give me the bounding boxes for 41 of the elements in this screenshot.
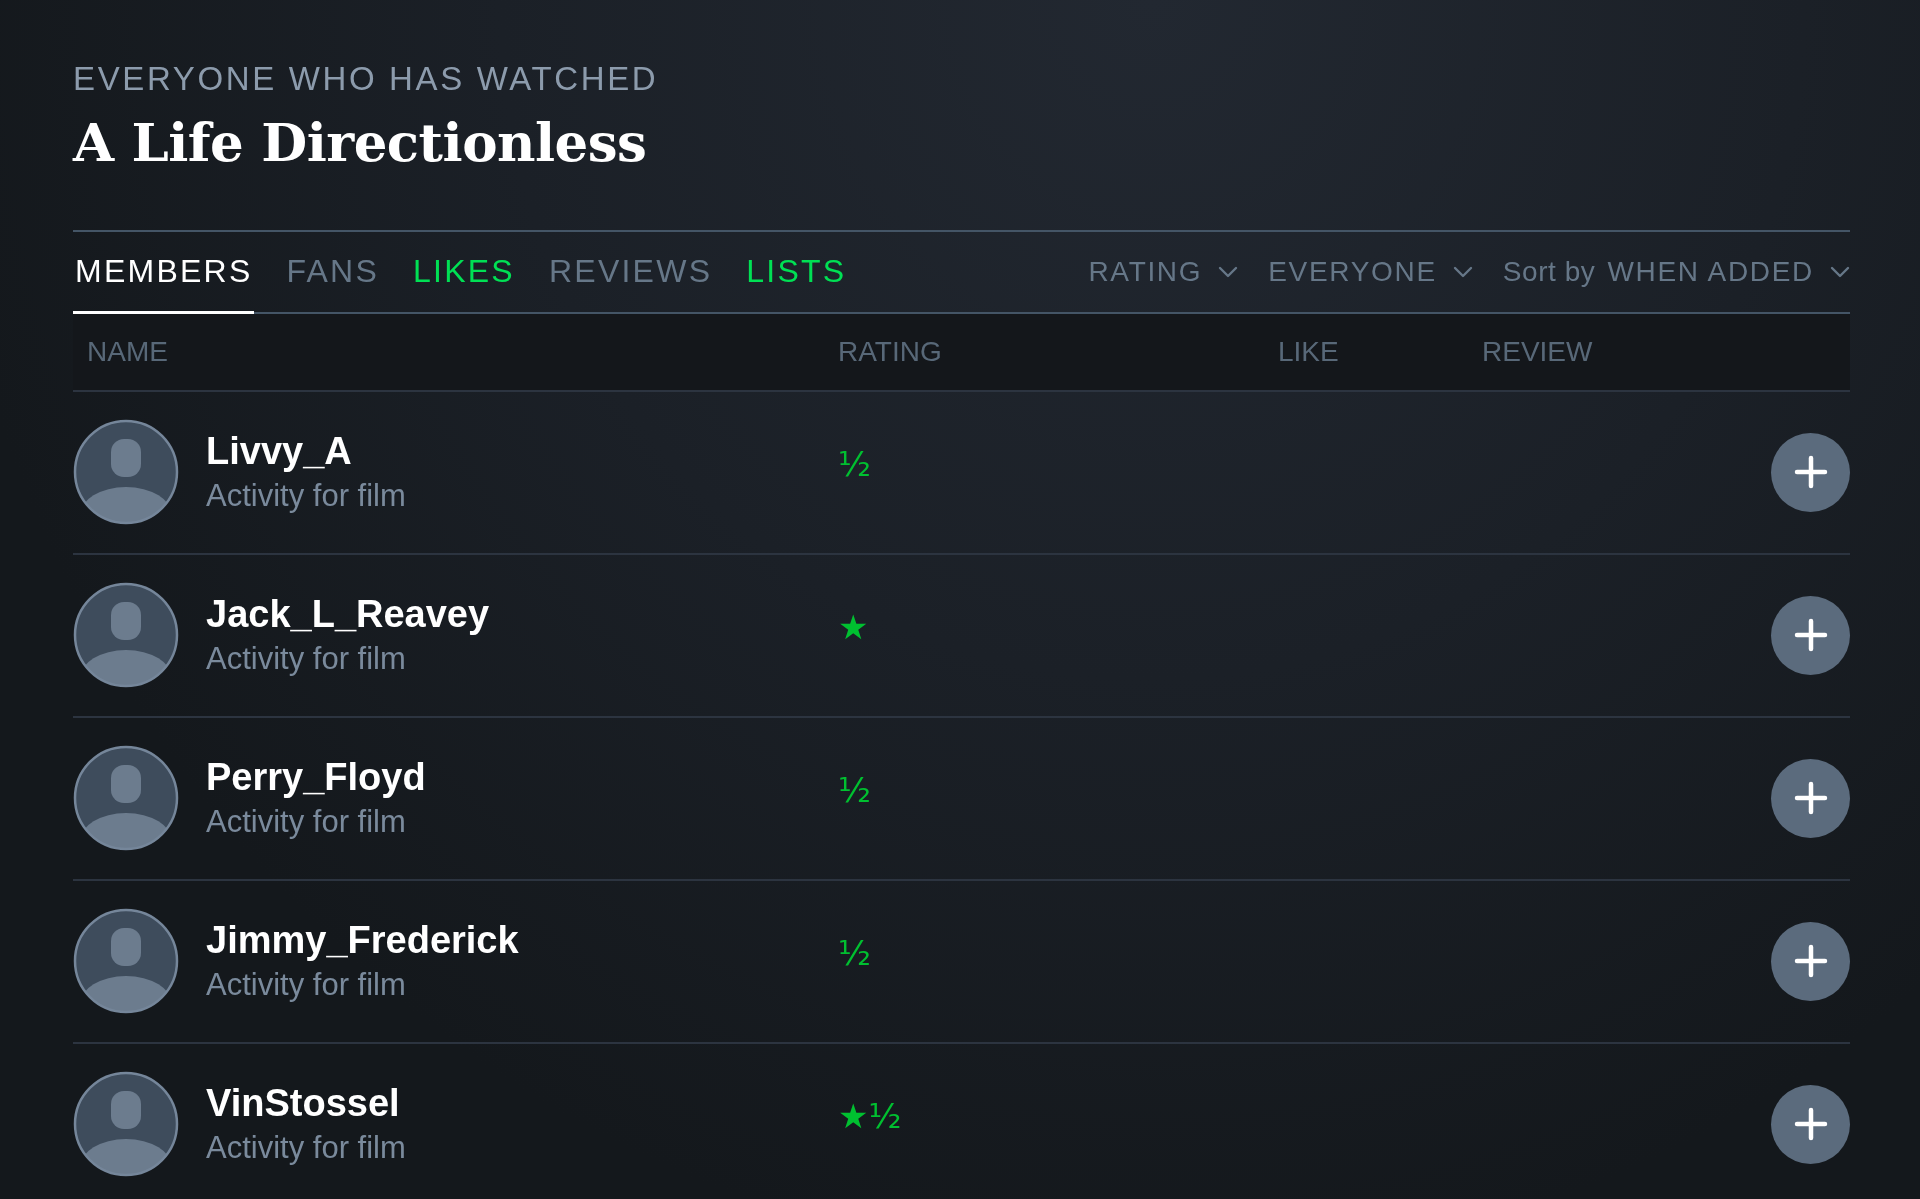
rating-stars: ½ <box>838 444 871 485</box>
plus-icon <box>1793 781 1828 816</box>
plus-icon <box>1793 944 1828 979</box>
column-header: REVIEW <box>1482 335 1593 367</box>
column-header: LIKE <box>1278 335 1339 367</box>
member-name[interactable]: Jimmy_Frederick <box>206 918 519 963</box>
tab[interactable]: FANS <box>284 231 382 314</box>
filter-dropdown[interactable]: RATING <box>1088 255 1239 288</box>
film-title: A Life Directionless <box>73 111 647 175</box>
chevron-down-icon <box>1452 265 1473 278</box>
avatar-icon <box>73 745 179 852</box>
activity-link[interactable]: Activity for film <box>206 966 519 1004</box>
filter-dropdown[interactable]: Sort by WHEN ADDED <box>1502 255 1850 288</box>
avatar-icon <box>73 1071 179 1178</box>
member-name[interactable]: Livvy_A <box>206 429 406 474</box>
chevron-down-icon <box>1830 265 1850 278</box>
plus-icon <box>1793 1107 1828 1142</box>
chevron-down-icon <box>1218 265 1239 278</box>
rating-stars: ★½ <box>838 1096 902 1137</box>
plus-icon <box>1793 618 1828 653</box>
tab[interactable]: REVIEWS <box>546 231 715 314</box>
member-name[interactable]: Jack_L_Reavey <box>206 592 490 637</box>
member-name[interactable]: Perry_Floyd <box>206 755 426 800</box>
column-header: RATING <box>838 335 942 367</box>
activity-link[interactable]: Activity for film <box>206 1129 406 1167</box>
tab[interactable]: LISTS <box>744 231 849 314</box>
rating-stars: ½ <box>838 933 871 974</box>
activity-link[interactable]: Activity for film <box>206 803 426 841</box>
avatar-icon <box>73 908 179 1015</box>
filter-dropdown[interactable]: EVERYONE <box>1268 255 1473 288</box>
plus-icon <box>1793 455 1828 490</box>
avatar-icon <box>73 419 179 526</box>
activity-link[interactable]: Activity for film <box>206 477 406 515</box>
avatar-icon <box>73 582 179 689</box>
member-name[interactable]: VinStossel <box>206 1081 406 1126</box>
tab[interactable]: LIKES <box>411 231 517 314</box>
rating-stars: ½ <box>838 770 871 811</box>
activity-link[interactable]: Activity for film <box>206 640 490 678</box>
column-header: NAME <box>87 335 168 367</box>
rating-stars: ★ <box>838 607 869 648</box>
page-eyebrow: EVERYONE WHO HAS WATCHED <box>73 62 659 95</box>
